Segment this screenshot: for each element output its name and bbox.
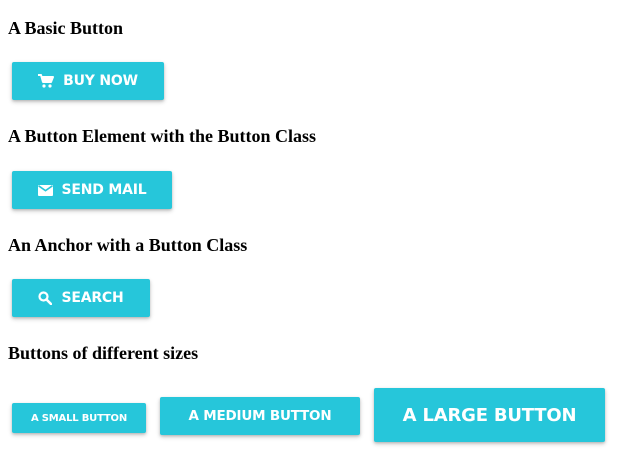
heading-basic-button: A Basic Button bbox=[8, 18, 124, 38]
buy-now-label: BUY NOW bbox=[63, 73, 138, 89]
send-mail-label: SEND MAIL bbox=[61, 182, 147, 198]
send-mail-button[interactable]: SEND MAIL bbox=[12, 171, 172, 209]
mail-icon bbox=[37, 184, 53, 196]
heading-button-sizes: Buttons of different sizes bbox=[8, 343, 199, 363]
buy-now-button[interactable]: BUY NOW bbox=[12, 62, 164, 100]
heading-button-element: A Button Element with the Button Class bbox=[8, 126, 317, 146]
heading-anchor-button: An Anchor with a Button Class bbox=[8, 235, 248, 255]
small-button[interactable]: A SMALL BUTTON bbox=[12, 403, 146, 433]
search-icon bbox=[38, 291, 53, 305]
search-label: SEARCH bbox=[61, 290, 124, 306]
search-button[interactable]: SEARCH bbox=[12, 279, 150, 317]
medium-button[interactable]: A MEDIUM BUTTON bbox=[160, 397, 360, 435]
large-button[interactable]: A LARGE BUTTON bbox=[374, 388, 605, 442]
cart-icon bbox=[38, 74, 55, 88]
